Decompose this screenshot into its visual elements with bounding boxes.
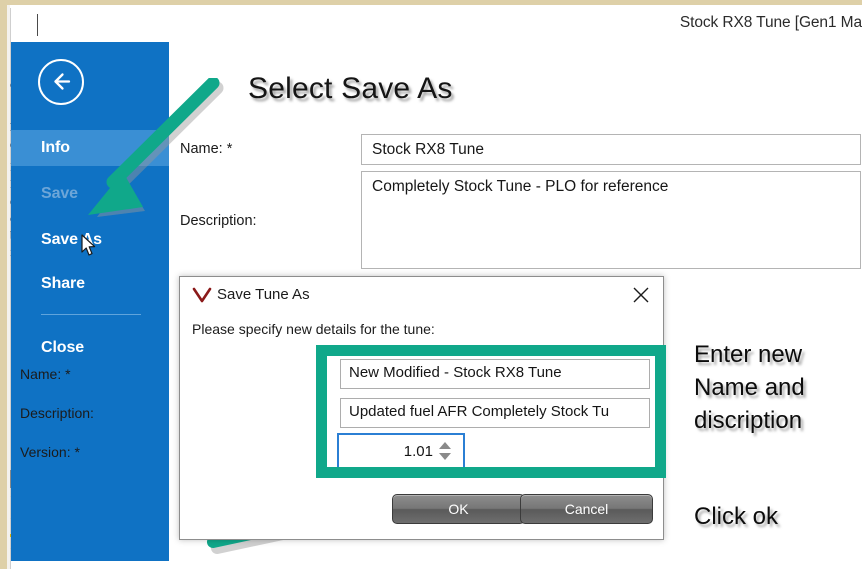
sidebar-item-label: Share xyxy=(41,275,85,292)
sidebar-item-close[interactable]: Close xyxy=(11,330,169,366)
annotation-select-save-as: Select Save As xyxy=(248,72,453,105)
sidebar-divider xyxy=(41,314,141,315)
sidebar-item-label: Save xyxy=(41,185,78,202)
sidebar-item-share[interactable]: Share xyxy=(11,266,169,302)
dialog-title: Save Tune As xyxy=(217,286,310,303)
spinner-down-icon[interactable] xyxy=(439,453,451,460)
sidebar-item-label: Info xyxy=(41,139,70,156)
dialog-description-input[interactable]: Updated fuel AFR Completely Stock Tu xyxy=(340,398,650,428)
mouse-cursor xyxy=(81,234,97,258)
title-bar: Stock RX8 Tune [Gen1 Ma xyxy=(11,8,862,42)
dialog-name-input[interactable]: New Modified - Stock RX8 Tune xyxy=(340,359,650,389)
window-edge-left xyxy=(0,0,7,569)
dialog-version-label: Version: * xyxy=(20,444,80,460)
close-icon[interactable] xyxy=(631,285,651,305)
window-title: Stock RX8 Tune [Gen1 Ma xyxy=(679,14,862,31)
cancel-button[interactable]: Cancel xyxy=(520,494,653,524)
back-button[interactable] xyxy=(38,59,84,105)
dialog-version-value: 1.01 xyxy=(403,443,433,460)
annotation-line: Enter new xyxy=(694,341,803,368)
ok-button[interactable]: OK xyxy=(392,494,525,524)
spinner-up-icon[interactable] xyxy=(439,442,451,449)
annotation-enter-details: Enter new Name and discription xyxy=(694,338,805,437)
backstage-description-input[interactable]: Completely Stock Tune - PLO for referenc… xyxy=(361,171,861,269)
annotation-click-ok: Click ok xyxy=(694,503,779,530)
backstage-name-label: Name: * xyxy=(180,141,233,157)
annotation-line: discription xyxy=(694,407,803,434)
sidebar-item-label: Close xyxy=(41,339,85,356)
backstage-name-input[interactable]: Stock RX8 Tune xyxy=(361,134,861,165)
screenshot-root: o R e I l e o b i Stock RX8 Tune [Gen1 M… xyxy=(0,0,862,569)
sidebar-item-info[interactable]: Info xyxy=(11,130,169,166)
dialog-version-stepper[interactable]: 1.01 xyxy=(337,433,465,469)
text-caret xyxy=(37,14,38,36)
backstage-sidebar: Info Save Save As Share Close xyxy=(11,42,169,561)
dialog-description-label: Description: xyxy=(20,405,94,421)
dialog-name-label: Name: * xyxy=(20,366,71,382)
v-logo-icon xyxy=(192,287,212,303)
dialog-title-bar: Save Tune As xyxy=(180,277,663,313)
annotation-line: Name and xyxy=(694,374,805,401)
sidebar-item-save: Save xyxy=(11,176,169,212)
backstage-description-label: Description: xyxy=(180,213,257,229)
dialog-instruction: Please specify new details for the tune: xyxy=(192,321,435,337)
